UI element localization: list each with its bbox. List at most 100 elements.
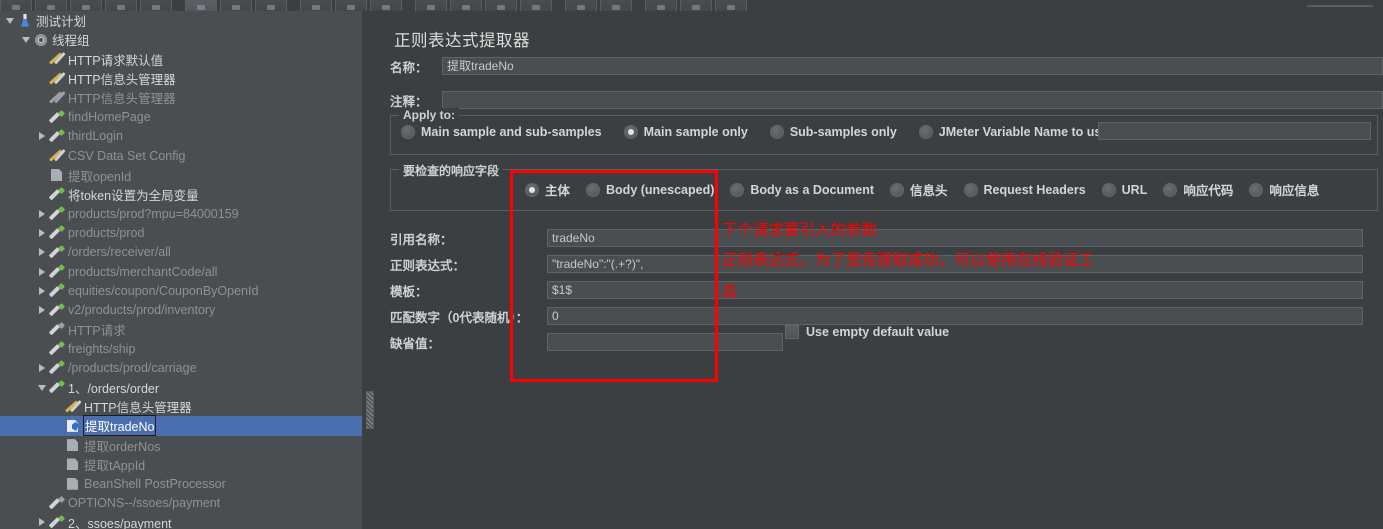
split-divider-grip[interactable] [366,391,374,429]
radio-dot[interactable] [525,182,539,197]
tree-item[interactable]: products/merchantCode/all [0,262,362,281]
radio-dot[interactable] [918,125,933,139]
radio-dot[interactable] [1249,182,1264,197]
tree-toggle-open-icon[interactable] [4,14,17,27]
toolbar-button-start-no-pause[interactable] [415,0,447,11]
tree-item[interactable]: CSV Data Set Config [0,146,362,165]
field-to-check-radio-1[interactable]: Body (unescaped) [586,182,715,197]
toolbar-button-open[interactable] [70,0,102,11]
tree-item[interactable]: HTTP请求默认值 [0,50,362,69]
toolbar-button-search-reset[interactable] [645,0,677,11]
toolbar-button-stop[interactable] [450,0,482,11]
radio-dot[interactable] [586,182,601,197]
radio-dot[interactable] [890,182,905,197]
toolbar-button-start[interactable] [370,0,402,11]
test-plan-tree[interactable]: 测试计划 线程组 HTTP请求默认值 HTTP信息头管理器 HTTP信息头管理器 find… [0,11,362,529]
toolbar-button-templates[interactable] [35,0,67,11]
tree-item[interactable]: 提取orderNos [0,436,362,455]
tree-item[interactable]: equities/coupon/CouponByOpenId [0,281,362,300]
comment-input[interactable] [442,91,1383,109]
name-input[interactable] [442,57,1383,75]
toolbar-button-paste[interactable] [220,0,252,11]
toolbar-button-expand-all[interactable] [255,0,287,11]
tree-toggle-open-icon[interactable] [36,381,49,394]
radio-dot[interactable] [730,182,745,197]
tree-item[interactable]: 测试计划 [0,11,362,30]
tree-item[interactable]: products/prod [0,223,362,242]
toolbar-button-collapse-all[interactable] [300,0,332,11]
tree-toggle-closed-icon[interactable] [36,265,49,278]
param-input[interactable] [547,307,1363,325]
apply-to-radio-1[interactable]: Main sample only [623,125,748,139]
tree-toggle-open-icon[interactable] [20,33,33,46]
toolbar-button-copy[interactable] [185,0,217,11]
toolbar-button-help[interactable] [715,0,747,11]
new-icon [12,5,20,10]
toolbar-button-function-helper[interactable] [680,0,712,11]
tree-item[interactable]: findHomePage [0,107,362,126]
tree-item[interactable]: HTTP信息头管理器 [0,88,362,107]
page-title: 正则表达式提取器 [394,32,530,50]
tree-toggle-closed-icon[interactable] [36,130,49,143]
tree-item[interactable]: /products/prod/carriage [0,358,362,377]
jmeter-variable-input[interactable] [1098,122,1371,140]
radio-dot[interactable] [1101,182,1116,197]
field-to-check-radio-7[interactable]: 响应信息 [1249,180,1319,199]
toolbar-button-cut[interactable] [140,0,172,11]
radio-dot[interactable] [1163,182,1178,197]
search-reset-icon [657,5,665,10]
tree-toggle-closed-icon[interactable] [36,304,49,317]
split-divider[interactable] [362,11,376,529]
field-to-check-radio-6[interactable]: 响应代码 [1163,180,1233,199]
tree-toggle-closed-icon[interactable] [36,284,49,297]
param-input[interactable] [547,229,1363,247]
tree-item[interactable]: 2、ssoes/payment [0,513,362,529]
radio-dot[interactable] [623,125,638,139]
tree-toggle-closed-icon[interactable] [36,246,49,259]
apply-to-radio-0[interactable]: Main sample and sub-samples [401,125,602,139]
tree-item[interactable]: 将token设置为全局变量 [0,185,362,204]
tree-item[interactable]: 线程组 [0,30,362,49]
wrench-icon [49,71,65,87]
field-to-check-radio-0[interactable]: 主体 [525,180,570,199]
tree-item[interactable]: thirdLogin [0,127,362,146]
tree-item[interactable]: 提取tAppId [0,455,362,474]
apply-to-radio-2[interactable]: Sub-samples only [769,125,897,139]
param-input[interactable] [547,333,783,351]
radio-dot[interactable] [769,125,784,139]
tree-item[interactable]: HTTP信息头管理器 [0,397,362,416]
use-empty-default-checkbox[interactable]: Use empty default value [785,325,949,339]
tree-item[interactable]: products/prod?mpu=84000159 [0,204,362,223]
field-to-check-radio-5[interactable]: URL [1101,182,1147,197]
tree-item[interactable]: 提取openId [0,165,362,184]
tree-item[interactable]: OPTIONS--/ssoes/payment [0,493,362,512]
tree-item[interactable]: HTTP信息头管理器 [0,69,362,88]
tree-item[interactable]: v2/products/prod/inventory [0,300,362,319]
param-input[interactable] [547,281,1363,299]
toolbar-button-shutdown[interactable] [485,0,517,11]
toolbar-button-save[interactable] [105,0,137,11]
tree-item[interactable]: freights/ship [0,339,362,358]
radio-dot[interactable] [963,182,978,197]
tree-toggle-closed-icon[interactable] [36,207,49,220]
field-to-check-radio-4[interactable]: Request Headers [963,182,1086,197]
toolbar-button-clear[interactable] [520,0,552,11]
tree-toggle-closed-icon[interactable] [36,361,49,374]
tree-toggle-closed-icon[interactable] [36,226,49,239]
tree-item[interactable]: 1、/orders/order [0,378,362,397]
tree-item[interactable]: HTTP请求 [0,320,362,339]
toolbar-button-clear-all[interactable] [565,0,597,11]
checkbox-box[interactable] [785,325,799,339]
toolbar-button-new[interactable] [0,0,32,11]
tree-item[interactable]: 提取tradeNo [0,415,362,437]
field-to-check-radio-2[interactable]: Body as a Document [730,182,874,197]
toolbar-button-toggle[interactable] [335,0,367,11]
radio-dot[interactable] [401,125,415,139]
tree-item[interactable]: BeanShell PostProcessor [0,474,362,493]
toolbar-button-search[interactable] [600,0,632,11]
tree-item[interactable]: /orders/receiver/all [0,243,362,262]
radio-label: Body (unescaped) [606,182,715,197]
field-to-check-radio-3[interactable]: 信息头 [890,180,948,199]
tree-toggle-closed-icon[interactable] [36,516,49,529]
apply-to-radio-3[interactable]: JMeter Variable Name to use [918,125,1108,139]
